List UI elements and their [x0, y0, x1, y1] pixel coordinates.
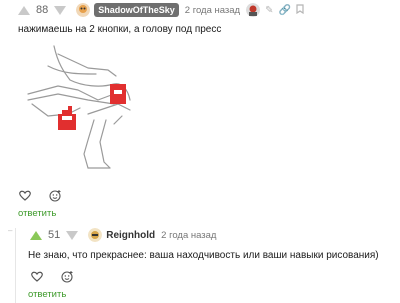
link-icon[interactable]: 🔗: [278, 5, 290, 16]
emoji-add-icon[interactable]: [48, 188, 62, 202]
comment-image[interactable]: [18, 44, 172, 174]
comment-score: 88: [36, 4, 49, 16]
thread-dot: –: [8, 226, 13, 235]
downvote-button[interactable]: [54, 5, 67, 15]
thread-line[interactable]: [15, 228, 16, 303]
comment-score: 51: [48, 229, 61, 241]
username[interactable]: ShadowOfTheSky: [94, 3, 179, 17]
heart-icon[interactable]: [18, 188, 32, 202]
comment-header: 51 Reignhold 2 года назад: [30, 228, 216, 242]
avatar[interactable]: [76, 3, 91, 17]
timestamp[interactable]: 2 года назад: [161, 230, 216, 241]
reply-link[interactable]: ответить: [28, 289, 66, 300]
comment-text: Не знаю, что прекраснее: ваша находчивос…: [28, 250, 379, 261]
upvote-button[interactable]: [30, 230, 42, 240]
reply-link[interactable]: ответить: [18, 208, 56, 219]
emoji-add-icon[interactable]: [60, 269, 74, 283]
comment-text: нажимаешь на 2 кнопки, а голову под прес…: [18, 24, 222, 35]
username[interactable]: Reignhold: [106, 230, 155, 241]
avatar[interactable]: [88, 228, 103, 242]
timestamp[interactable]: 2 года назад: [185, 5, 240, 16]
author-avatar[interactable]: [246, 3, 261, 17]
downvote-button[interactable]: [66, 230, 79, 240]
bookmark-icon[interactable]: [296, 3, 304, 17]
comment-header: 88 ShadowOfTheSky 2 года назад ✎ 🔗: [0, 0, 400, 20]
heart-icon[interactable]: [30, 269, 44, 283]
pencil-icon[interactable]: ✎: [265, 5, 273, 16]
comment-actions: [30, 269, 74, 283]
upvote-button[interactable]: [18, 5, 30, 15]
comment-actions: [18, 188, 62, 202]
